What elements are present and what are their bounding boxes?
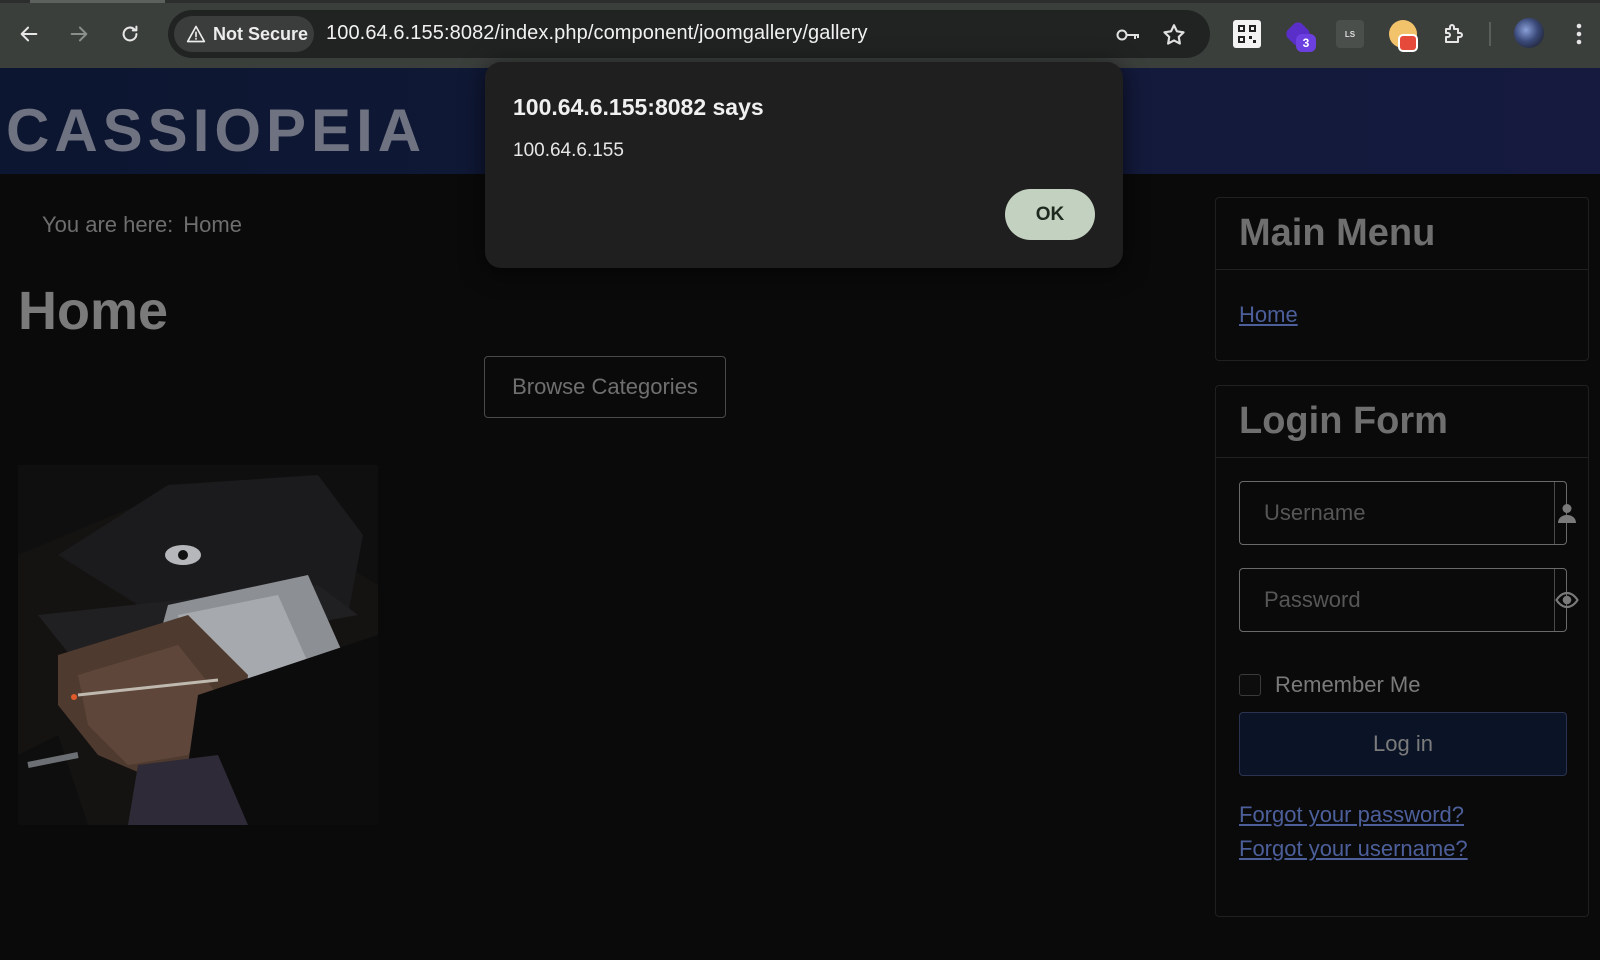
main-menu-title: Main Menu xyxy=(1216,198,1588,270)
browse-categories-button[interactable]: Browse Categories xyxy=(484,356,726,418)
breadcrumb-prefix: You are here: xyxy=(42,212,174,237)
reload-icon xyxy=(122,25,138,42)
login-form-title: Login Form xyxy=(1216,386,1588,458)
login-form-module: Login Form Remember Me Log in Forgot you… xyxy=(1215,385,1589,917)
remember-me-label: Remember Me xyxy=(1275,672,1421,697)
address-bar[interactable]: Not Secure 100.64.6.155:8082/index.php/c… xyxy=(168,10,1210,58)
forgot-username-link[interactable]: Forgot your username? xyxy=(1239,836,1468,862)
reload-button[interactable] xyxy=(114,18,146,50)
remember-me-row[interactable]: Remember Me xyxy=(1239,672,1420,698)
browser-toolbar: Not Secure 100.64.6.155:8082/index.php/c… xyxy=(0,0,1600,68)
browser-menu-icon[interactable] xyxy=(1568,20,1590,48)
user-icon xyxy=(1554,482,1579,544)
gallery-thumbnail[interactable] xyxy=(18,465,378,825)
password-input[interactable] xyxy=(1240,569,1554,631)
dialog-title: 100.64.6.155:8082 says xyxy=(513,94,764,120)
active-tab-indicator xyxy=(30,0,165,3)
alert-dialog: 100.64.6.155:8082 says 100.64.6.155 OK xyxy=(485,62,1123,268)
arrow-right-icon xyxy=(70,26,88,42)
profile-avatar[interactable] xyxy=(1514,18,1544,48)
extension-badge: 3 xyxy=(1296,34,1316,52)
breadcrumb-current: Home xyxy=(183,212,242,237)
tab-strip-line xyxy=(0,0,1600,3)
menu-item-home[interactable]: Home xyxy=(1239,302,1298,328)
site-brand[interactable]: CASSIOPEIA xyxy=(6,96,426,165)
password-field-group xyxy=(1239,568,1579,632)
login-button[interactable]: Log in xyxy=(1239,712,1567,776)
eye-icon[interactable] xyxy=(1554,569,1579,631)
bookmark-star-icon[interactable] xyxy=(1161,22,1187,48)
username-input[interactable] xyxy=(1240,482,1554,544)
main-menu-module: Main Menu Home xyxy=(1215,197,1589,361)
toolbar-separator xyxy=(1489,22,1491,46)
username-field-group xyxy=(1239,481,1576,545)
url-text[interactable]: 100.64.6.155:8082/index.php/component/jo… xyxy=(326,22,868,45)
extensions-puzzle-icon[interactable] xyxy=(1439,20,1467,48)
security-indicator[interactable]: Not Secure xyxy=(174,16,314,52)
blocked-badge-icon xyxy=(1398,34,1418,52)
qr-code-extension-icon[interactable] xyxy=(1233,20,1261,48)
forward-button[interactable] xyxy=(63,18,95,50)
warning-triangle-icon xyxy=(186,25,206,43)
dialog-ok-button[interactable]: OK xyxy=(1005,189,1095,240)
page-title: Home xyxy=(18,281,169,341)
forgot-password-link[interactable]: Forgot your password? xyxy=(1239,802,1464,828)
remember-me-checkbox[interactable] xyxy=(1239,674,1261,696)
character-illustration xyxy=(18,465,378,825)
ls-extension-icon[interactable]: LS xyxy=(1336,20,1364,48)
arrow-left-icon xyxy=(20,26,38,42)
password-key-icon[interactable] xyxy=(1115,22,1141,48)
dialog-message: 100.64.6.155 xyxy=(513,140,624,161)
security-label: Not Secure xyxy=(213,23,309,44)
breadcrumb: You are here: Home xyxy=(42,212,242,238)
back-button[interactable] xyxy=(13,18,45,50)
